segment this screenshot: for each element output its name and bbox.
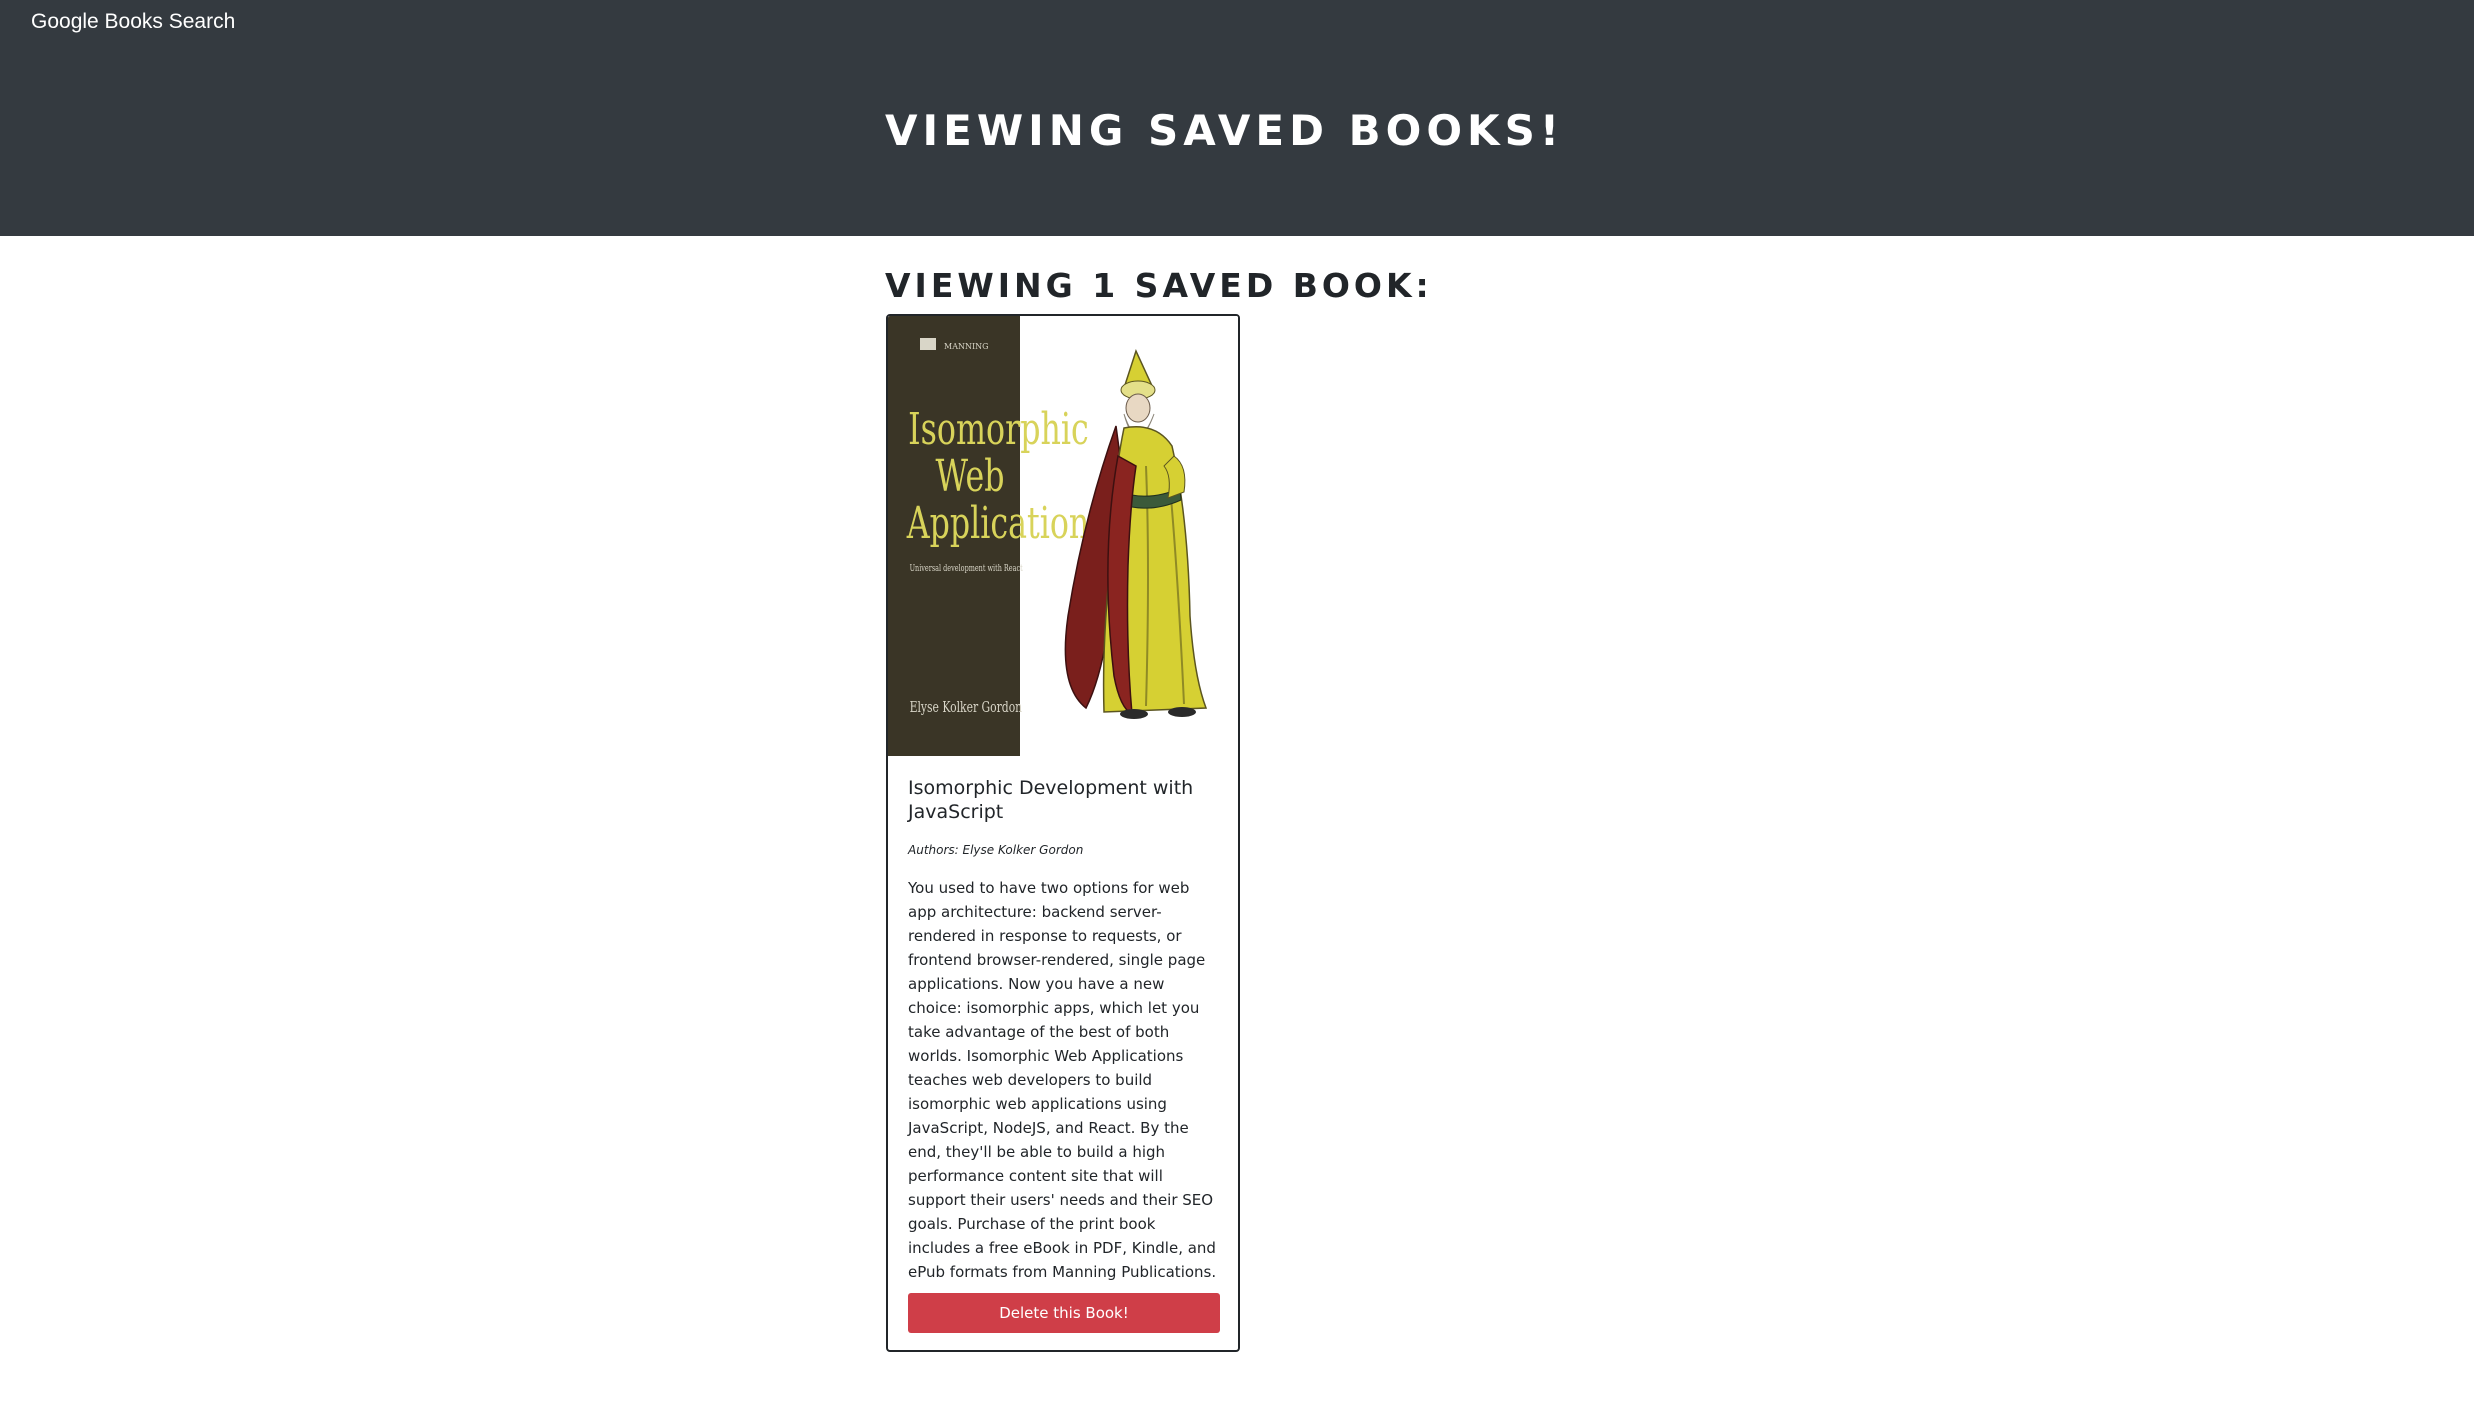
- book-cover-illustration: MANNING Isomorphic Web Applications Univ…: [888, 316, 1238, 756]
- saved-books-section: Viewing 1 saved book: MANNING Isomorphic…: [0, 236, 2474, 1422]
- book-cover-image: MANNING Isomorphic Web Applications Univ…: [888, 316, 1238, 756]
- hero-banner: Viewing saved books!: [0, 46, 2474, 236]
- cover-publisher: MANNING: [944, 342, 989, 351]
- page-title: Viewing saved books!: [885, 106, 1564, 155]
- cover-author: Elyse Kolker Gordon: [910, 699, 1023, 716]
- cover-title-line-3: Applications: [906, 498, 1106, 550]
- book-card: MANNING Isomorphic Web Applications Univ…: [886, 314, 1240, 1352]
- brand-link[interactable]: Google Books Search: [31, 10, 235, 34]
- delete-book-button[interactable]: Delete this Book!: [908, 1293, 1220, 1333]
- publisher-logo-icon: [920, 338, 936, 350]
- book-authors: Authors: Elyse Kolker Gordon: [908, 843, 1084, 857]
- cover-title-line-2: Web: [936, 451, 1005, 503]
- book-title: Isomorphic Development with JavaScript: [908, 777, 1194, 823]
- navbar: Google Books Search: [0, 0, 2474, 46]
- saved-count-heading: Viewing 1 saved book:: [885, 266, 1433, 305]
- book-description: You used to have two options for web app…: [908, 879, 1217, 1281]
- book-card-body: Isomorphic Development with JavaScript A…: [908, 776, 1222, 1284]
- cover-subtitle: Universal development with React: [910, 563, 1024, 573]
- cover-title-line-1: Isomorphic: [908, 404, 1089, 456]
